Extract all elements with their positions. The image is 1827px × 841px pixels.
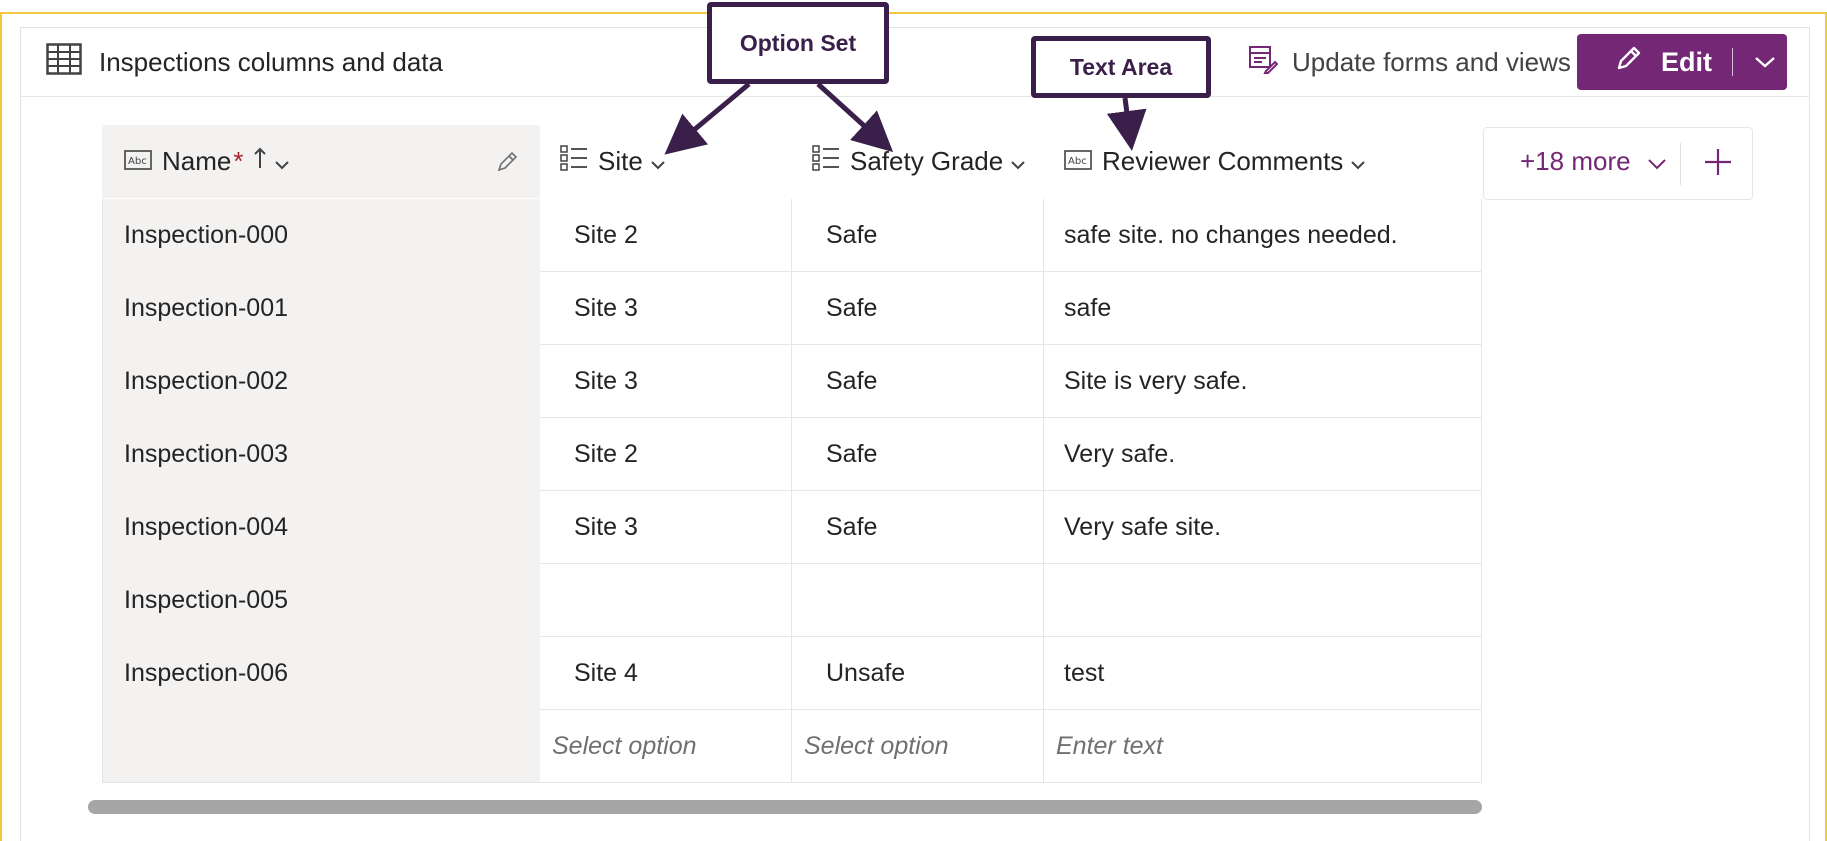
text-column-icon: Abc	[1064, 146, 1092, 177]
site-cell[interactable]: Site 3	[540, 345, 792, 418]
site-cell[interactable]: Site 3	[540, 272, 792, 345]
safety-grade-select-placeholder[interactable]: Select option	[792, 710, 1044, 783]
reviewer-comments-cell[interactable]: Site is very safe.	[1044, 345, 1482, 418]
option-set-column-icon	[560, 145, 588, 178]
edit-button[interactable]: Edit	[1577, 34, 1712, 90]
name-cell[interactable]: Inspection-003	[102, 418, 540, 491]
name-cell[interactable]: Inspection-001	[102, 272, 540, 345]
option-set-callout: Option Set	[707, 2, 889, 84]
chevron-down-icon[interactable]	[651, 146, 665, 177]
site-cell[interactable]: Site 2	[540, 199, 792, 272]
reviewer-comments-cell[interactable]: safe	[1044, 272, 1482, 345]
site-cell[interactable]: Site 2	[540, 418, 792, 491]
table-row[interactable]: Inspection-002 Site 3 Safe Site is very …	[102, 345, 1482, 418]
reviewer-comments-cell[interactable]	[1044, 564, 1482, 637]
plus-icon	[1703, 147, 1733, 182]
site-select-placeholder[interactable]: Select option	[540, 710, 792, 783]
table-row[interactable]: Inspection-006 Site 4 Unsafe test	[102, 637, 1482, 710]
chevron-down-icon[interactable]	[1011, 146, 1025, 177]
more-columns-box: +18 more	[1483, 127, 1753, 200]
table-row[interactable]: Inspection-001 Site 3 Safe safe	[102, 272, 1482, 345]
table-icon	[46, 43, 82, 80]
page-title: Inspections columns and data	[99, 47, 443, 77]
safety-grade-cell[interactable]: Unsafe	[792, 637, 1044, 710]
edit-menu-chevron-down-icon[interactable]	[1745, 34, 1785, 90]
more-columns-button[interactable]: +18 more	[1520, 146, 1667, 177]
svg-text:Abc: Abc	[1068, 156, 1087, 167]
sort-ascending-icon	[253, 146, 267, 177]
name-cell[interactable]: Inspection-000	[102, 199, 540, 272]
form-edit-icon	[1248, 44, 1292, 81]
edit-divider	[1732, 48, 1733, 76]
reviewer-comments-cell[interactable]: test	[1044, 637, 1482, 710]
table-row[interactable]: Inspection-004 Site 3 Safe Very safe sit…	[102, 491, 1482, 564]
column-header-reviewer-comments[interactable]: Abc Reviewer Comments	[1064, 125, 1366, 198]
site-cell[interactable]: Site 4	[540, 637, 792, 710]
safety-grade-cell[interactable]: Safe	[792, 418, 1044, 491]
table-row[interactable]: Inspection-003 Site 2 Safe Very safe.	[102, 418, 1482, 491]
comments-text-placeholder[interactable]: Enter text	[1044, 710, 1482, 783]
required-asterisk: *	[233, 146, 244, 176]
site-cell[interactable]	[540, 564, 792, 637]
column-label-safety-grade: Safety Grade	[850, 146, 1004, 176]
chevron-down-icon[interactable]	[1351, 146, 1366, 177]
horizontal-scrollbar[interactable]	[88, 800, 1482, 814]
name-cell[interactable]: Inspection-005	[102, 564, 540, 637]
safety-grade-cell[interactable]	[792, 564, 1044, 637]
column-header-row: Abc Name * Site Safety Grade Abc Reviewe…	[102, 125, 1753, 200]
edit-pencil-icon[interactable]	[496, 149, 520, 180]
text-column-icon: Abc	[124, 146, 152, 177]
update-forms-and-views-button[interactable]: Update forms and views	[1248, 45, 1571, 79]
panel-header: Inspections columns and data Update form…	[20, 27, 1810, 97]
column-header-name[interactable]: Abc Name *	[102, 125, 540, 198]
chevron-down-icon[interactable]	[275, 146, 290, 177]
safety-grade-cell[interactable]: Safe	[792, 272, 1044, 345]
more-columns-label: +18 more	[1520, 146, 1631, 176]
pencil-icon	[1613, 44, 1643, 81]
reviewer-comments-cell[interactable]: safe site. no changes needed.	[1044, 199, 1482, 272]
site-cell[interactable]: Site 3	[540, 491, 792, 564]
column-header-safety-grade[interactable]: Safety Grade	[812, 125, 1025, 198]
safety-grade-cell[interactable]: Safe	[792, 345, 1044, 418]
edit-label: Edit	[1661, 46, 1712, 77]
new-row[interactable]: Select option Select option Enter text	[102, 710, 1482, 783]
column-label-site: Site	[598, 146, 643, 176]
svg-text:Abc: Abc	[128, 156, 147, 167]
chevron-down-icon	[1647, 146, 1667, 177]
add-column-button[interactable]	[1698, 146, 1738, 182]
column-label-reviewer-comments: Reviewer Comments	[1102, 146, 1344, 176]
update-forms-label: Update forms and views	[1292, 46, 1571, 77]
name-cell[interactable]: Inspection-006	[102, 637, 540, 710]
name-cell[interactable]: Inspection-004	[102, 491, 540, 564]
option-set-column-icon	[812, 145, 840, 178]
table-row[interactable]: Inspection-005	[102, 564, 1482, 637]
more-divider	[1680, 143, 1681, 185]
safety-grade-cell[interactable]: Safe	[792, 491, 1044, 564]
safety-grade-cell[interactable]: Safe	[792, 199, 1044, 272]
text-area-callout: Text Area	[1031, 36, 1211, 98]
edit-split-button: Edit	[1577, 34, 1787, 90]
table-row[interactable]: Inspection-000 Site 2 Safe safe site. no…	[102, 199, 1482, 272]
column-header-site[interactable]: Site	[560, 125, 665, 198]
name-cell-empty[interactable]	[102, 710, 540, 783]
reviewer-comments-cell[interactable]: Very safe site.	[1044, 491, 1482, 564]
column-label-name: Name	[162, 146, 232, 176]
reviewer-comments-cell[interactable]: Very safe.	[1044, 418, 1482, 491]
name-cell[interactable]: Inspection-002	[102, 345, 540, 418]
